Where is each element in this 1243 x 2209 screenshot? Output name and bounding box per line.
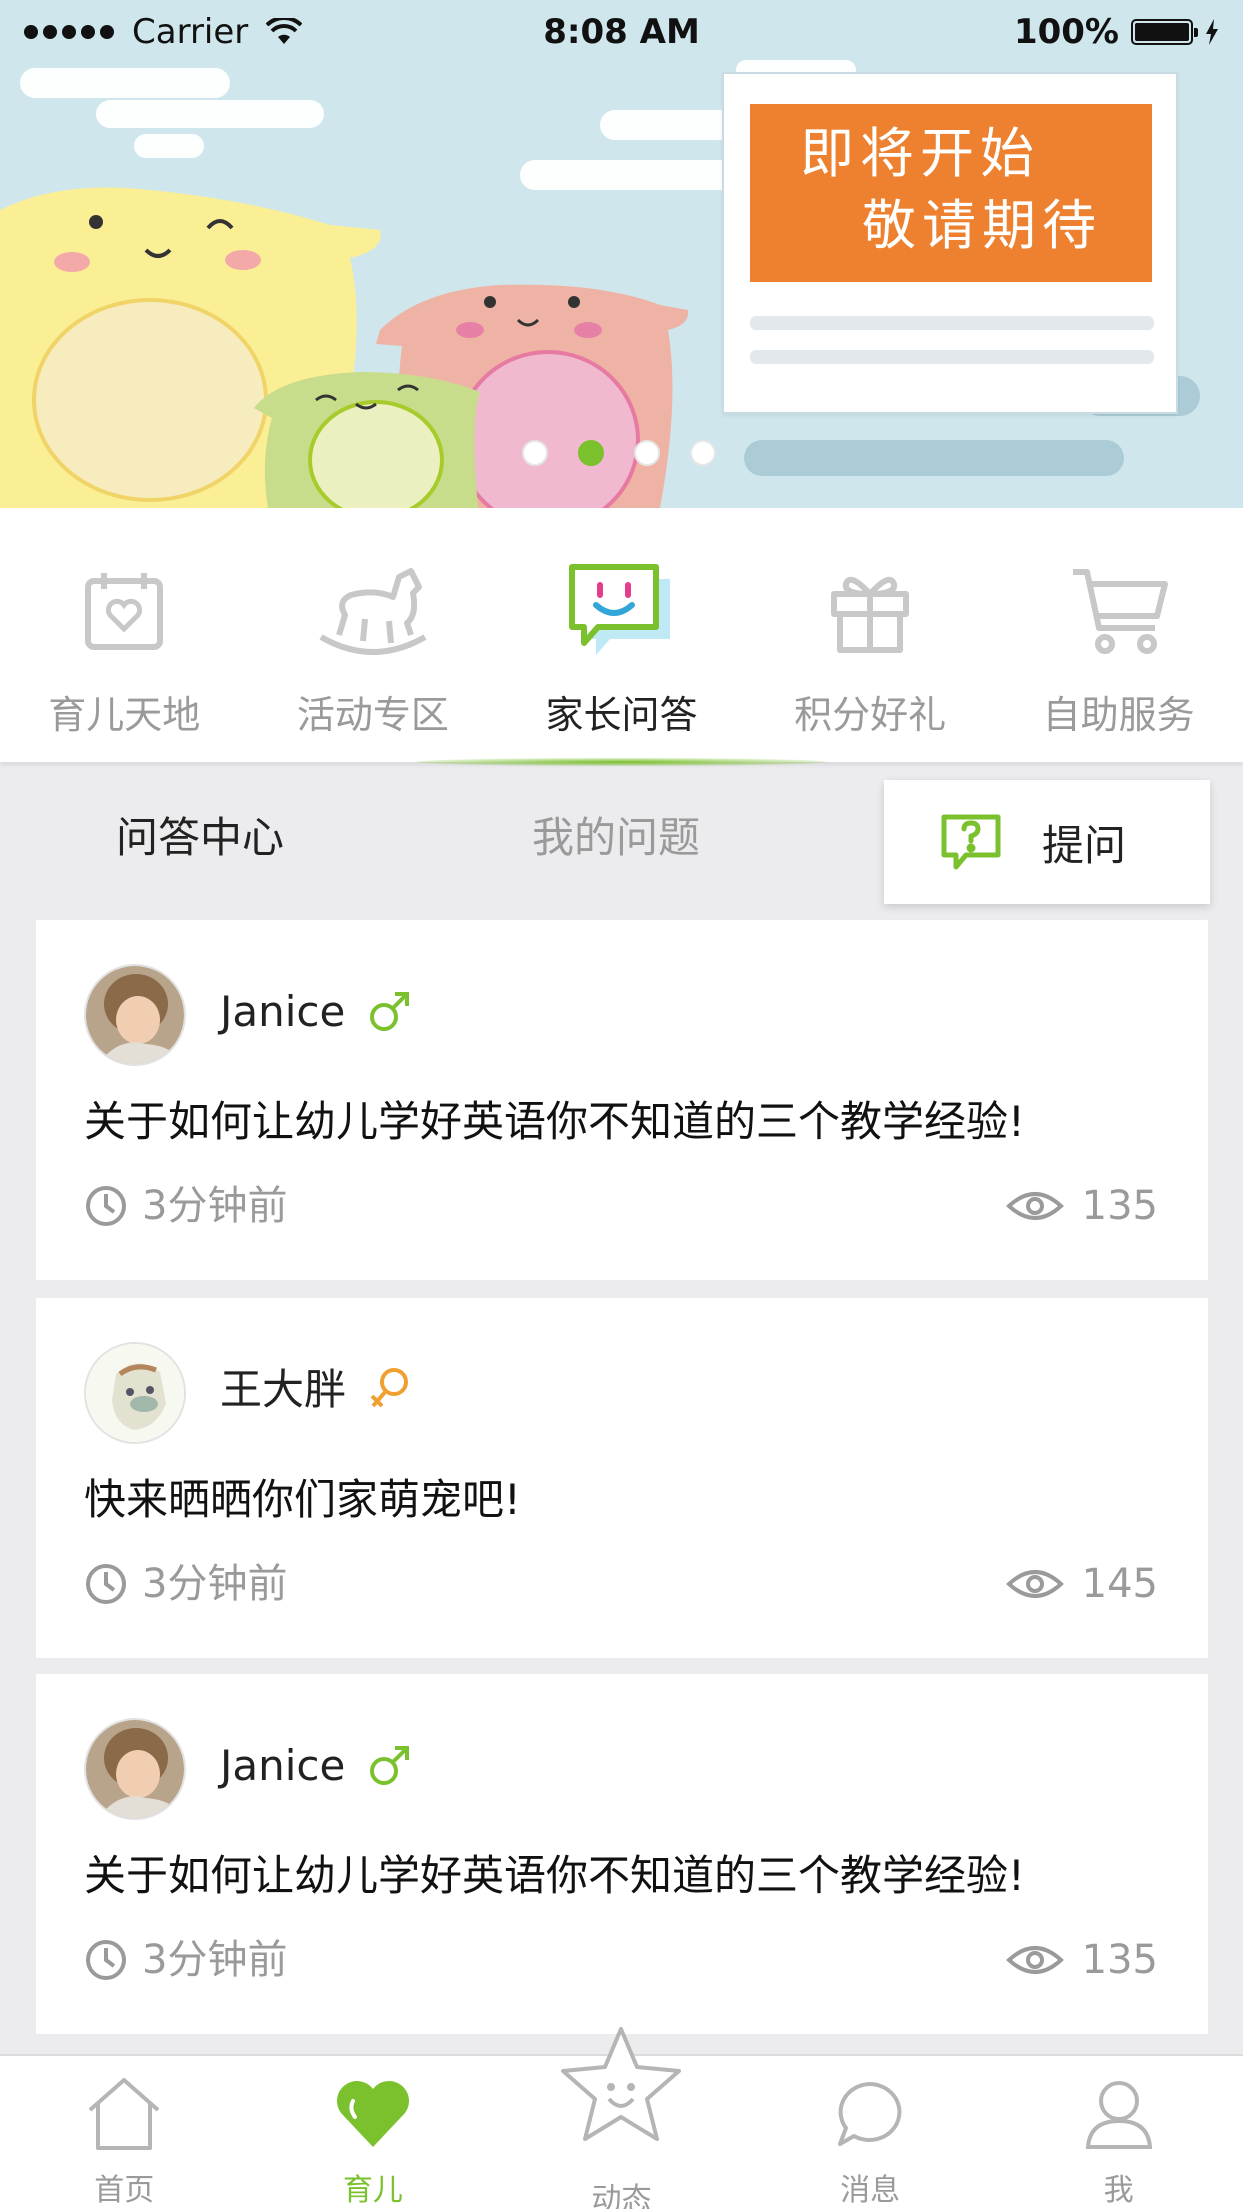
views-label: 135 [1081,1937,1158,1983]
home-icon [79,2070,169,2155]
bottom-tab-parenting[interactable]: 育儿 [249,2056,498,2209]
category-label: 育儿天地 [48,693,201,737]
carousel-dot[interactable] [522,440,548,466]
clock-icon [86,1564,126,1604]
male-icon [370,992,410,1031]
category-label: 自助服务 [1042,693,1195,737]
message-icon [825,2070,915,2155]
category-self-service[interactable]: 自助服务 [994,508,1243,762]
bottom-tab-me[interactable]: 我 [994,2056,1243,2209]
views-label: 145 [1081,1561,1158,1607]
bottom-tab-moments[interactable]: 动态 [497,2027,746,2209]
post-time: 3分钟前 [84,1178,287,1234]
bottom-tab-label: 首页 [94,2173,155,2208]
wifi-icon [266,18,303,44]
ask-label: 提问 [1042,820,1127,870]
bottom-tab-messages[interactable]: 消息 [746,2056,995,2209]
category-parenting[interactable]: 育儿天地 [0,508,249,762]
post-time: 3分钟前 [84,1932,287,1988]
question-title[interactable]: 快来晒晒你们家萌宠吧! [84,1470,521,1530]
eye-icon [1005,1946,1064,1974]
bottom-tab-bar: 首页 育儿 动态 消息 我 [0,2027,1243,2209]
tab-qa-center[interactable]: 问答中心 [116,808,284,868]
male-icon [370,1746,410,1785]
notice-placeholder-line [750,350,1154,364]
carousel-dot-active[interactable] [578,440,604,466]
author-name[interactable]: Janice [220,982,345,1042]
author: Janice [220,982,411,1042]
ask-question-button[interactable]: 提问 [884,780,1210,904]
status-time: 8:08 AM [543,12,700,52]
question-card[interactable]: 王大胖 快来晒晒你们家萌宠吧! 3分钟前 145 [36,1298,1208,1658]
notice-title: 即将开始 敬请期待 [750,104,1152,282]
female-icon [370,1368,409,1408]
tab-my-questions[interactable]: 我的问题 [532,808,700,868]
battery-percent: 100% [1013,12,1119,52]
time-label: 3分钟前 [142,1937,288,1983]
carousel-dot[interactable] [690,440,716,466]
category-label: 家长问答 [545,693,698,737]
rocking-horse-icon [308,556,438,666]
carrier-label: Carrier [132,12,249,52]
question-card[interactable]: Janice 关于如何让幼儿学好英语你不知道的三个教学经验! 3分钟前 135 [36,920,1208,1280]
view-count: 145 [1005,1556,1158,1612]
chat-smile-icon [556,556,686,666]
avatar[interactable] [84,1718,186,1820]
question-title[interactable]: 关于如何让幼儿学好英语你不知道的三个教学经验! [84,1092,1025,1152]
signal-icon [24,25,114,39]
time-label: 3分钟前 [142,1561,288,1607]
question-bubble-icon [941,814,1001,870]
category-label: 活动专区 [296,693,449,737]
category-nav: 育儿天地 活动专区 家长问答 积分好礼 自助服务 [0,508,1243,766]
star-icon [556,2022,686,2146]
calendar-heart-icon [59,556,189,666]
views-label: 135 [1081,1183,1158,1229]
clock-icon [86,1186,126,1226]
category-label: 积分好礼 [794,693,947,737]
view-count: 135 [1005,1932,1158,1988]
bottom-tab-label: 动态 [591,2182,652,2209]
eye-icon [1005,1192,1064,1220]
avatar[interactable] [84,1342,186,1444]
question-title[interactable]: 关于如何让幼儿学好英语你不知道的三个教学经验! [84,1846,1025,1906]
notice-placeholder-line [750,316,1154,330]
author: 王大胖 [220,1360,412,1420]
heart-icon [328,2070,418,2155]
notice-line1: 即将开始 [800,122,1040,185]
clock-icon [86,1940,126,1980]
user-icon [1074,2070,1164,2155]
battery-icon [1131,19,1198,45]
notice-card: 即将开始 敬请期待 [722,72,1178,414]
author-name[interactable]: 王大胖 [220,1360,346,1420]
bottom-tab-label: 消息 [840,2173,901,2208]
bottom-tab-label: 我 [1103,2173,1134,2208]
cart-icon [1054,556,1184,666]
notice-line2: 敬请期待 [862,194,1102,257]
bottom-tab-label: 育儿 [342,2173,403,2208]
eye-icon [1005,1570,1064,1598]
gift-icon [805,556,935,666]
category-activities[interactable]: 活动专区 [249,508,498,762]
category-rewards[interactable]: 积分好礼 [746,508,995,762]
carousel-dot[interactable] [634,440,660,466]
time-label: 3分钟前 [142,1183,288,1229]
status-bar: Carrier 8:08 AM 100% [0,0,1243,64]
author-name[interactable]: Janice [220,1736,345,1796]
category-parent-qa[interactable]: 家长问答 [497,508,746,762]
author: Janice [220,1736,411,1796]
bottom-tab-home[interactable]: 首页 [0,2056,249,2209]
carousel-dots [522,440,716,466]
hero-banner[interactable]: Carrier 8:08 AM 100% 即将开始 敬请期待 [0,0,1243,508]
charging-icon [1206,19,1218,45]
active-category-indicator [416,758,826,766]
question-card[interactable]: Janice 关于如何让幼儿学好英语你不知道的三个教学经验! 3分钟前 135 [36,1674,1208,2034]
avatar[interactable] [84,964,186,1066]
post-time: 3分钟前 [84,1556,287,1612]
view-count: 135 [1005,1178,1158,1234]
